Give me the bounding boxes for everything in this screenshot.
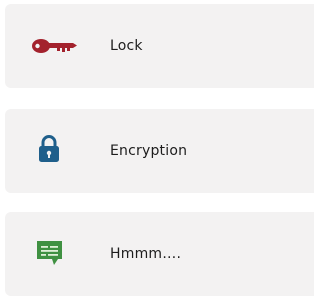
menu-item-encryption[interactable]: Encryption xyxy=(5,109,314,193)
menu-item-label: Encryption xyxy=(110,143,188,159)
menu-item-hmmm[interactable]: Hmmm…. xyxy=(5,212,314,296)
key-icon xyxy=(32,31,78,61)
menu-item-label: Lock xyxy=(110,38,143,54)
menu-item-label: Hmmm…. xyxy=(110,246,182,262)
menu-item-lock[interactable]: Lock xyxy=(5,4,314,88)
padlock-icon xyxy=(38,134,84,164)
chat-bubble-icon xyxy=(37,241,83,271)
